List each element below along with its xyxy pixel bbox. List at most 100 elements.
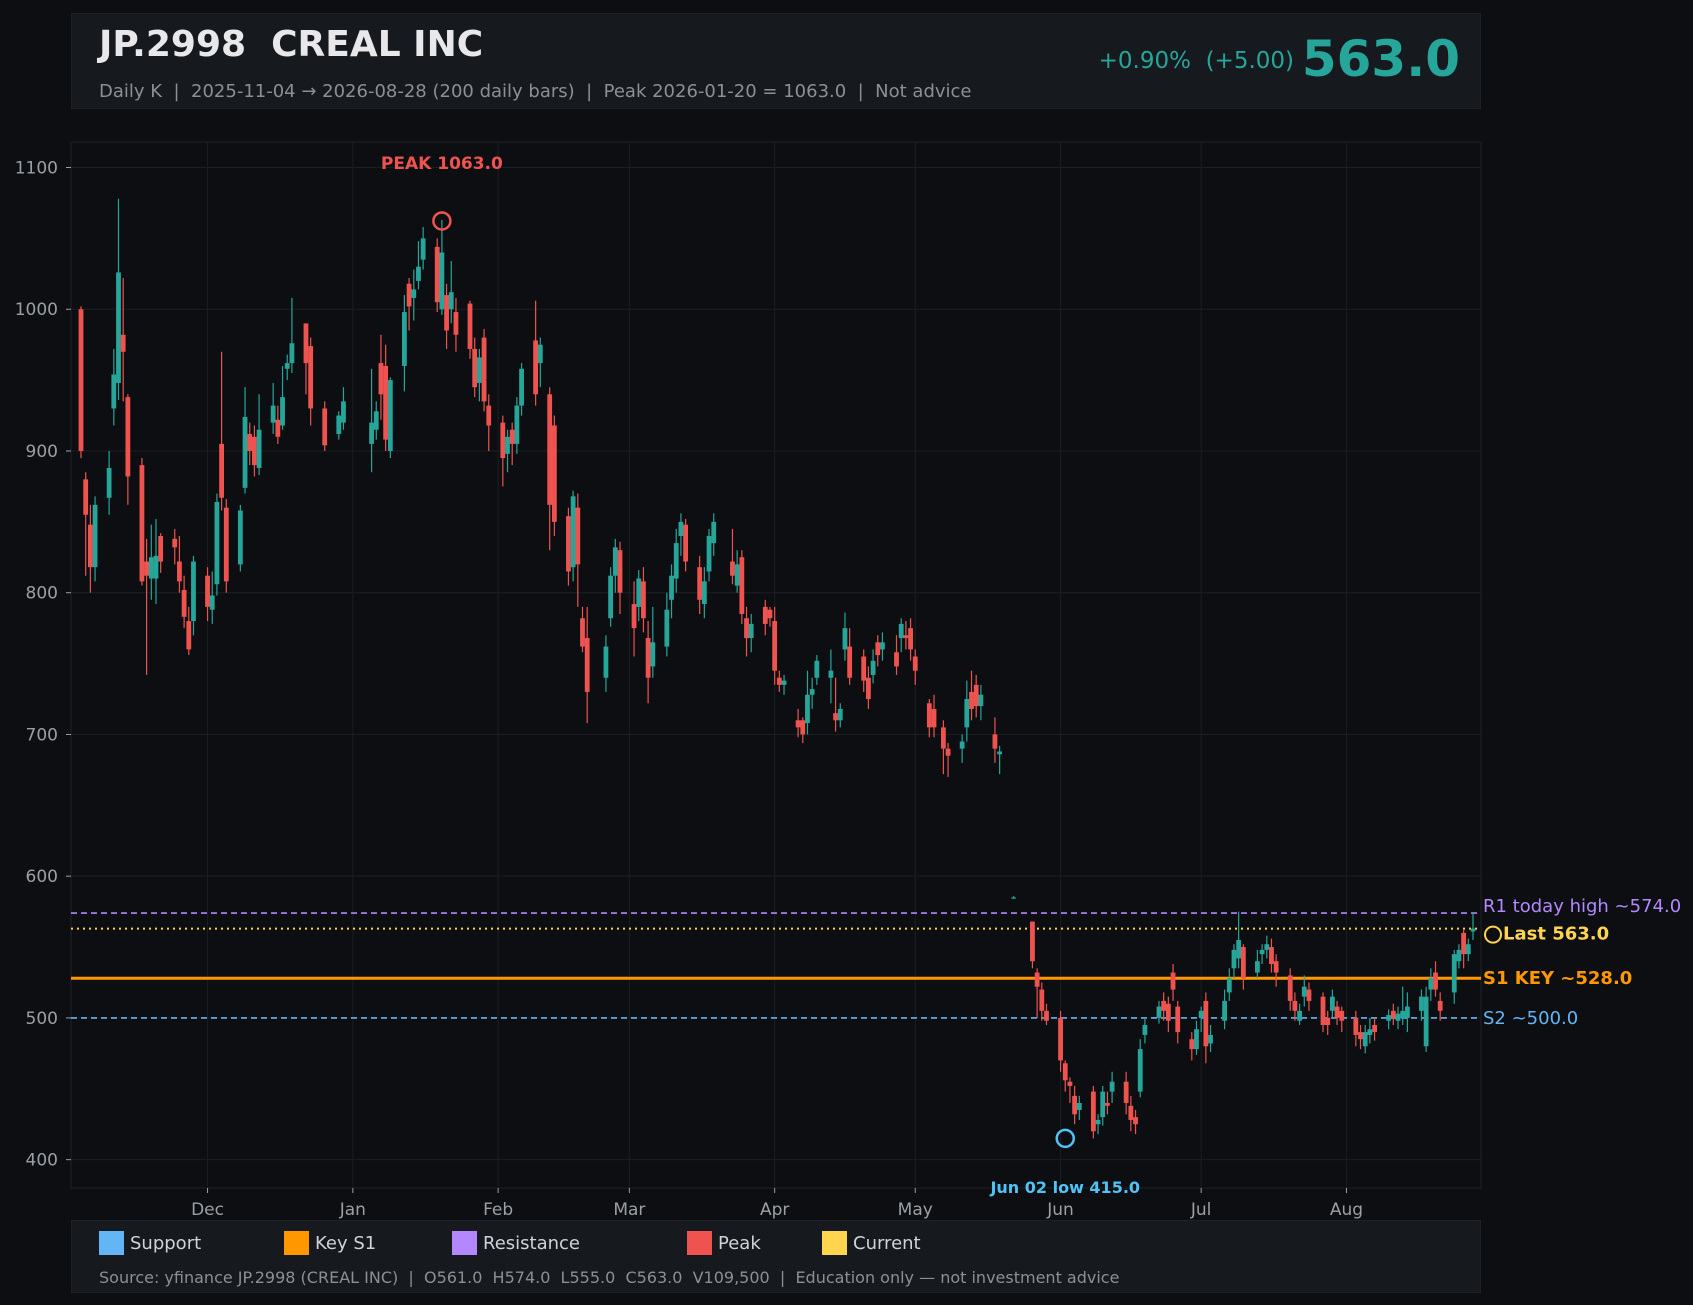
legend-resistance: Resistance — [452, 1231, 580, 1255]
candle-body — [322, 408, 328, 446]
candle-body — [242, 416, 248, 488]
candle-body — [1137, 1049, 1143, 1092]
y-tick-label: 700 — [26, 725, 58, 745]
candle — [223, 499, 229, 593]
candle-body — [537, 344, 543, 364]
legend-swatch-support — [99, 1231, 124, 1255]
candle-body — [120, 334, 126, 352]
y-tick-label: 1100 — [15, 159, 58, 179]
level-label-s1: S1 KEY ~528.0 — [1483, 968, 1632, 989]
candle-body — [1325, 1017, 1331, 1026]
candle-body — [476, 357, 482, 383]
candle — [139, 458, 145, 586]
candle-body — [1109, 1081, 1115, 1092]
candle-body — [809, 689, 815, 695]
candle — [1090, 1085, 1096, 1139]
legend-swatch-key-s1 — [284, 1231, 309, 1255]
candle-body — [1301, 986, 1307, 997]
y-tick-label: 500 — [26, 1009, 58, 1029]
candle-body — [1297, 1010, 1302, 1021]
candle-body — [1259, 949, 1265, 955]
legend-current: Current — [822, 1231, 921, 1255]
candle-body — [645, 638, 651, 678]
candle-body — [116, 272, 121, 383]
candle-body — [964, 699, 970, 728]
candle-body — [931, 708, 937, 728]
candle-body — [387, 380, 393, 451]
candle-body — [570, 496, 576, 568]
candle-body — [289, 343, 295, 364]
candle-body — [1400, 1010, 1406, 1018]
candle-body — [697, 567, 703, 600]
candle-body — [1105, 1102, 1110, 1106]
candle-body — [617, 550, 623, 593]
candle-body — [1156, 1006, 1162, 1018]
candle-body — [144, 561, 150, 576]
candle-body — [1334, 1006, 1340, 1018]
candle-body — [284, 363, 290, 369]
candle-body — [172, 538, 178, 548]
low-label: Jun 02 low 415.0 — [989, 1178, 1140, 1197]
candle-body — [106, 467, 112, 498]
candle-body — [514, 405, 520, 444]
candle-body — [1208, 1034, 1213, 1044]
peak-label: PEAK 1063.0 — [381, 154, 503, 174]
candle-body — [181, 589, 187, 617]
candle-body — [270, 405, 276, 423]
candle-body — [701, 581, 707, 605]
candle-body — [636, 578, 642, 607]
candle-body — [223, 507, 229, 582]
candle-body — [434, 246, 440, 303]
candle-body — [547, 394, 553, 505]
candle-body — [1372, 1025, 1377, 1033]
candle-body — [1062, 1063, 1068, 1081]
candle-body — [336, 415, 342, 434]
legend-swatch-resistance — [452, 1231, 477, 1255]
candle-body — [551, 425, 557, 522]
candle-body — [584, 638, 590, 692]
candle-body — [87, 524, 93, 568]
candle-body — [894, 652, 899, 667]
candle-body — [280, 397, 285, 426]
candle-body — [673, 543, 679, 579]
candle-body — [1269, 947, 1274, 965]
candle-body — [341, 401, 346, 423]
candle-body — [448, 292, 454, 310]
legend-label-current: Current — [853, 1232, 921, 1254]
legend-support: Support — [99, 1231, 201, 1255]
legend-label-resistance: Resistance — [483, 1232, 580, 1254]
candle-body — [505, 436, 510, 454]
candle-body — [1423, 996, 1429, 1047]
candle-body — [870, 660, 876, 675]
candle-body — [1292, 1000, 1298, 1011]
candle-body — [1058, 1017, 1063, 1061]
candle-body — [1030, 921, 1035, 962]
candle-body — [1090, 1091, 1096, 1132]
candle-body — [373, 411, 379, 430]
candle-body — [739, 557, 745, 614]
candle-body — [205, 575, 210, 607]
candle-body — [992, 734, 998, 749]
x-tick-label: May — [898, 1200, 933, 1220]
candle — [237, 504, 243, 572]
candle-body — [406, 283, 412, 307]
candle-body — [1142, 1025, 1148, 1035]
candle-body — [303, 323, 309, 364]
candle-body — [1161, 1000, 1167, 1011]
candle — [322, 401, 328, 451]
candle-body — [575, 507, 581, 565]
candle-body — [275, 419, 281, 437]
candle-body — [1231, 949, 1237, 969]
candle-body — [776, 677, 782, 685]
candle-body — [842, 628, 848, 650]
candle-body — [467, 303, 473, 349]
candle-body — [1067, 1081, 1073, 1086]
y-tick-label: 1000 — [15, 300, 58, 320]
x-tick-label: Jan — [339, 1200, 366, 1220]
candle — [608, 567, 614, 627]
candle-body — [378, 363, 384, 395]
candle-body — [1128, 1105, 1134, 1120]
candle-body — [875, 642, 881, 656]
candle-body — [566, 516, 571, 572]
candle-body — [1198, 1010, 1204, 1018]
